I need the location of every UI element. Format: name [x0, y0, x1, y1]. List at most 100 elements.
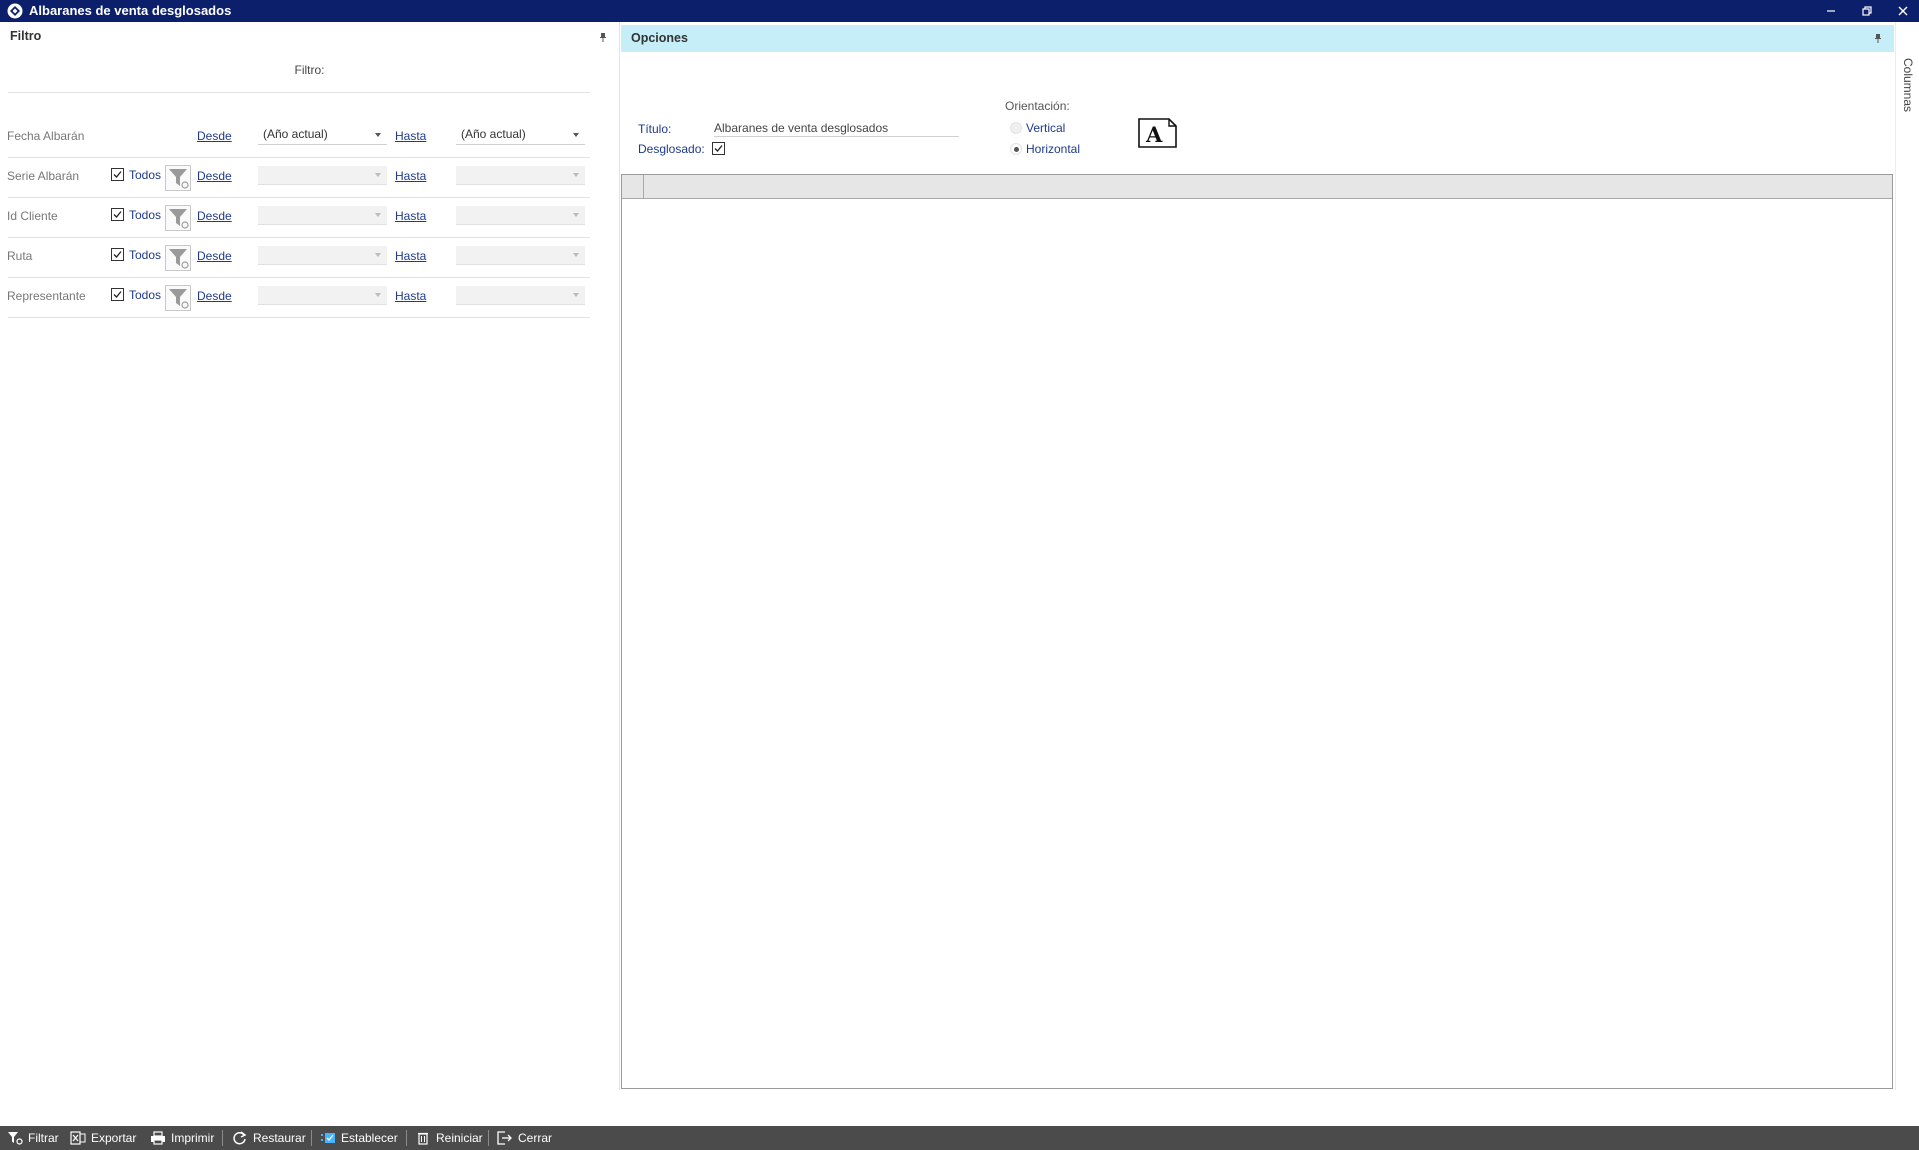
orientation-horizontal-radio[interactable] [1010, 143, 1022, 155]
exportar-label: Exportar [91, 1131, 137, 1145]
imprimir-button[interactable]: Imprimir [150, 1126, 214, 1150]
orientation-vertical-radio[interactable] [1010, 122, 1022, 134]
orientation-vertical-label: Vertical [1026, 121, 1066, 135]
establecer-button[interactable]: Establecer [320, 1126, 398, 1150]
desde-combo[interactable] [258, 166, 387, 185]
checkmark-icon [113, 171, 122, 178]
desde-link[interactable]: Desde [197, 209, 232, 223]
advanced-filter-button[interactable] [165, 285, 191, 311]
printer-icon [151, 1131, 165, 1145]
desde-combo[interactable] [258, 246, 387, 265]
restaurar-button[interactable]: Restaurar [232, 1126, 306, 1150]
columns-tab-label: Columnas [1901, 58, 1915, 113]
establecer-label: Establecer [341, 1131, 398, 1145]
chevron-down-icon [573, 133, 579, 137]
desde-link[interactable]: Desde [197, 289, 232, 303]
trash-icon [418, 1132, 428, 1145]
chevron-down-icon [375, 133, 381, 137]
desde-link[interactable]: Desde [197, 169, 232, 183]
grid-corner [622, 175, 644, 198]
todos-checkbox[interactable] [111, 248, 124, 261]
set-layout-icon [321, 1133, 335, 1143]
hasta-link[interactable]: Hasta [395, 289, 426, 303]
restore-button[interactable] [1852, 0, 1882, 22]
desglosado-checkbox[interactable] [712, 142, 725, 155]
filter-panel-header: Filtro [10, 29, 42, 43]
desde-combo[interactable] [258, 206, 387, 225]
desde-link[interactable]: Desde [197, 129, 232, 143]
restaurar-label: Restaurar [253, 1131, 306, 1145]
exit-icon [497, 1131, 512, 1145]
desde-link[interactable]: Desde [197, 249, 232, 263]
desde-combo[interactable]: (Año actual) [258, 126, 387, 145]
checkmark-icon [113, 251, 122, 258]
app-logo-icon [7, 3, 23, 19]
exportar-button[interactable]: Exportar [70, 1126, 136, 1150]
excel-icon [70, 1131, 86, 1145]
advanced-filter-button[interactable] [165, 165, 191, 191]
filtrar-label: Filtrar [28, 1131, 59, 1145]
pin-icon[interactable] [1873, 33, 1883, 43]
bottom-toolbar: Filtrar Exportar Imprimir Restaurar Esta… [0, 1126, 1919, 1150]
pin-icon[interactable] [598, 32, 608, 42]
checkmark-icon [714, 145, 723, 152]
funnel-icon [169, 209, 189, 229]
options-panel-header: Opciones [631, 31, 688, 45]
toolbar-separator [488, 1130, 489, 1146]
desde-combo-value: (Año actual) [263, 127, 328, 141]
advanced-filter-button[interactable] [165, 205, 191, 231]
hasta-combo[interactable]: (Año actual) [456, 126, 585, 145]
titulo-input[interactable]: Albaranes de venta desglosados [714, 120, 959, 137]
orientacion-label: Orientación: [1005, 99, 1070, 113]
cerrar-button[interactable]: Cerrar [497, 1126, 552, 1150]
advanced-filter-button[interactable] [165, 245, 191, 271]
desde-combo[interactable] [258, 286, 387, 305]
columns-grid[interactable] [621, 174, 1893, 1089]
chevron-down-icon [375, 293, 381, 297]
orientation-horizontal-label: Horizontal [1026, 142, 1081, 156]
todos-checkbox[interactable] [111, 288, 124, 301]
cerrar-label: Cerrar [518, 1131, 553, 1145]
grid-header [622, 175, 1892, 199]
chevron-down-icon [375, 173, 381, 177]
reiniciar-button[interactable]: Reiniciar [415, 1126, 483, 1150]
imprimir-label: Imprimir [171, 1131, 215, 1145]
desglosado-label: Desglosado: [638, 142, 705, 156]
hasta-combo[interactable] [456, 286, 585, 305]
chevron-down-icon [375, 213, 381, 217]
hasta-link[interactable]: Hasta [395, 169, 426, 183]
restore-icon [1862, 6, 1872, 16]
chevron-down-icon [573, 293, 579, 297]
divider [8, 157, 590, 158]
toolbar-separator [222, 1130, 223, 1146]
hasta-link[interactable]: Hasta [395, 249, 426, 263]
hasta-combo[interactable] [456, 246, 585, 265]
page-orientation-preview-icon: A [1138, 118, 1177, 148]
hasta-combo[interactable] [456, 206, 585, 225]
filtrar-button[interactable]: Filtrar [7, 1126, 59, 1150]
hasta-link[interactable]: Hasta [395, 129, 426, 143]
titulo-label: Título: [638, 122, 672, 136]
todos-label: Todos [129, 288, 162, 302]
options-panel: Opciones Título: Albaranes de venta desg… [621, 22, 1894, 1090]
hasta-link[interactable]: Hasta [395, 209, 426, 223]
todos-checkbox[interactable] [111, 208, 124, 221]
close-window-button[interactable] [1888, 0, 1918, 22]
checkmark-icon [113, 211, 122, 218]
filter-row-label: Ruta [7, 249, 33, 263]
todos-checkbox[interactable] [111, 168, 124, 181]
divider [8, 237, 590, 238]
filter-row-label: Representante [7, 289, 86, 303]
hasta-combo-value: (Año actual) [461, 127, 526, 141]
hasta-combo[interactable] [456, 166, 585, 185]
filter-row-label: Id Cliente [7, 209, 58, 223]
titulo-input-value: Albaranes de venta desglosados [714, 121, 889, 135]
window-titlebar: Albaranes de venta desglosados [0, 0, 1919, 22]
chevron-down-icon [573, 213, 579, 217]
options-header: Opciones [621, 25, 1894, 52]
svg-text:A: A [1145, 122, 1163, 147]
minimize-button[interactable] [1816, 0, 1846, 22]
columns-side-tab[interactable]: Columnas [1895, 22, 1919, 1090]
toolbar-separator [311, 1130, 312, 1146]
filter-panel: Filtro Filtro: Fecha Albarán Desde (Año … [0, 22, 620, 1090]
